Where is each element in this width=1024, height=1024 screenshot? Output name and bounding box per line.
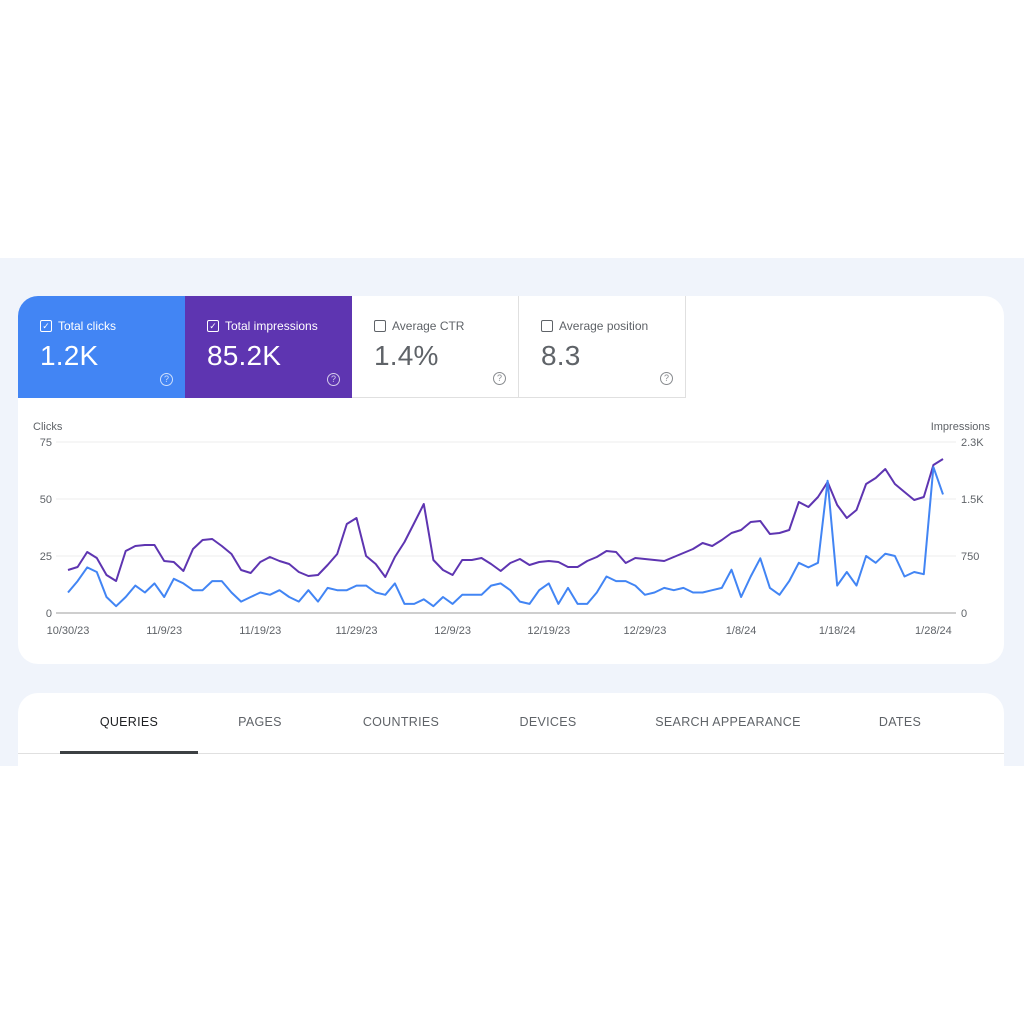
series-line-clicks xyxy=(67,466,944,608)
metric-label: Total clicks xyxy=(58,319,117,333)
help-icon[interactable]: ? xyxy=(493,372,506,385)
y-tick-label: 0 xyxy=(46,608,52,620)
y-tick-label: 25 xyxy=(40,551,52,563)
checkbox-checked-icon[interactable]: ✓ xyxy=(40,320,52,332)
y2-tick-label: 750 xyxy=(961,551,979,563)
metric-card-average-ctr[interactable]: Average CTR 1.4%? xyxy=(352,296,519,398)
x-tick-label: 12/19/23 xyxy=(527,625,570,637)
y2-tick-label: 0 xyxy=(961,608,967,620)
y2-tick-label: 1.5K xyxy=(961,494,984,506)
series-line-impressions xyxy=(67,458,944,582)
y2-tick-label: 2.3K xyxy=(961,437,984,449)
y-axis-title: Clicks xyxy=(33,421,63,433)
metric-label: Total impressions xyxy=(225,319,318,333)
x-tick-label: 1/8/24 xyxy=(726,625,757,637)
metric-value: 8.3 xyxy=(541,340,581,371)
help-icon[interactable]: ? xyxy=(660,372,673,385)
dimension-tabs: QUERIES PAGES COUNTRIES DEVICES SEARCH A… xyxy=(18,693,1004,766)
metric-value: 85.2K xyxy=(207,340,282,371)
metric-label: Average CTR xyxy=(392,319,465,333)
tab-search-appearance[interactable]: SEARCH APPEARANCE xyxy=(640,715,816,729)
metric-label-row: ✓ Total clicks xyxy=(40,319,116,333)
performance-chart: 0 0 25 750 50 1.5K 75 2.3K Clicks Impressions 10/3… xyxy=(33,421,991,637)
metric-label-row: ✓ Total impressions xyxy=(207,319,318,333)
y-tick-label: 50 xyxy=(40,494,52,506)
active-tab-indicator xyxy=(60,751,198,754)
help-icon[interactable]: ? xyxy=(160,373,173,386)
tab-queries[interactable]: QUERIES xyxy=(60,715,198,729)
metric-cards: ✓ Total clicks 1.2K? ✓ Total impressions 85.2… xyxy=(18,296,686,398)
metric-label: Average position xyxy=(559,319,649,333)
metric-card-total-clicks[interactable]: ✓ Total clicks 1.2K? xyxy=(18,296,185,398)
y-tick-label: 75 xyxy=(40,437,52,449)
x-tick-label: 11/9/23 xyxy=(146,625,182,637)
x-tick-label: 1/28/24 xyxy=(915,625,952,637)
checkbox-unchecked-icon[interactable] xyxy=(541,320,553,332)
help-icon[interactable]: ? xyxy=(327,373,340,386)
tab-devices[interactable]: DEVICES xyxy=(498,715,598,729)
tab-dates[interactable]: DATES xyxy=(850,715,950,729)
performance-card: ✓ Total clicks 1.2K? ✓ Total impressions 85.2… xyxy=(18,296,1004,664)
x-tick-label: 11/29/23 xyxy=(335,625,377,637)
metric-card-average-position[interactable]: Average position 8.3? xyxy=(519,296,686,398)
metric-card-total-impressions[interactable]: ✓ Total impressions 85.2K? xyxy=(185,296,352,398)
metric-value: 1.4% xyxy=(374,340,439,371)
y2-axis-title: Impressions xyxy=(931,421,991,433)
x-tick-label: 1/18/24 xyxy=(819,625,856,637)
tab-countries[interactable]: COUNTRIES xyxy=(341,715,461,729)
checkbox-unchecked-icon[interactable] xyxy=(374,320,386,332)
metric-label-row: Average position xyxy=(541,319,648,333)
x-tick-label: 10/30/23 xyxy=(47,625,90,637)
x-tick-label: 12/9/23 xyxy=(434,625,471,637)
tab-pages[interactable]: PAGES xyxy=(210,715,310,729)
checkbox-checked-icon[interactable]: ✓ xyxy=(207,320,219,332)
metric-label-row: Average CTR xyxy=(374,319,464,333)
x-tick-label: 11/19/23 xyxy=(239,625,281,637)
metric-value: 1.2K xyxy=(40,340,99,371)
x-tick-label: 12/29/23 xyxy=(624,625,667,637)
